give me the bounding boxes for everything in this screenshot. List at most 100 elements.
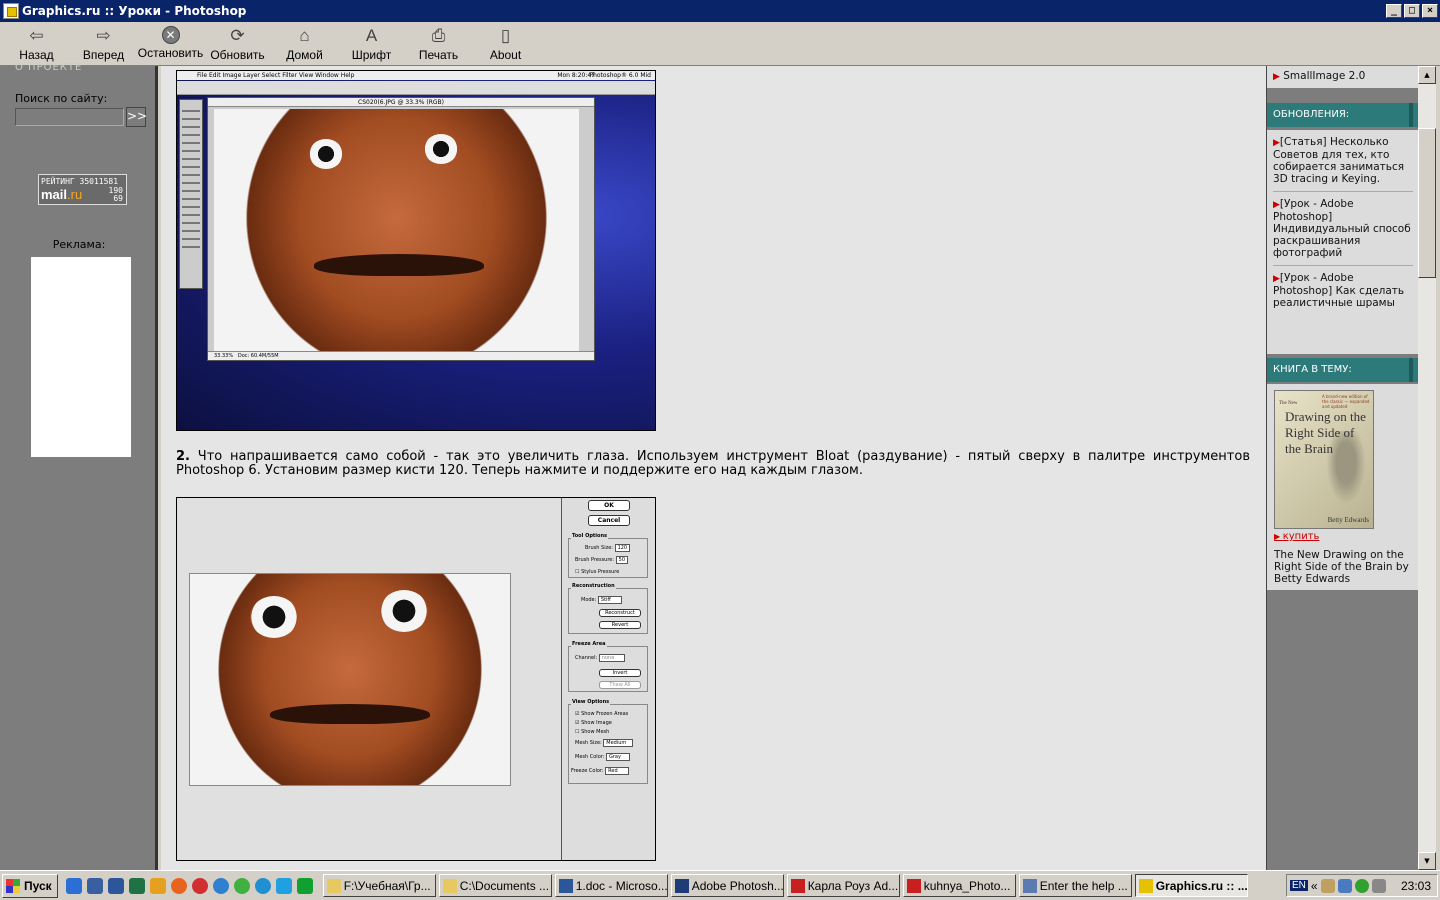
- left-eye-bloated: [250, 596, 298, 638]
- forward-arrow-icon: ⇨: [96, 26, 111, 45]
- site-search-input[interactable]: [15, 108, 124, 126]
- smallimage-link[interactable]: ▶ SmallImage 2.0: [1267, 70, 1419, 83]
- document-icon: ▯: [500, 26, 511, 45]
- skype-icon[interactable]: [275, 877, 292, 894]
- home-icon: ⌂: [299, 26, 310, 45]
- tray-expand-icon[interactable]: «: [1311, 879, 1318, 893]
- mailru-rating-counter[interactable]: РЕЙТИНГ 35011581 mail.ru 190 69: [38, 174, 127, 205]
- right-eye-bloated: [380, 590, 428, 632]
- folder-icon: [442, 878, 457, 893]
- tray-app-icon[interactable]: [1320, 878, 1335, 893]
- task-word[interactable]: 1.doc - Microso...: [554, 874, 668, 897]
- right-eye: [424, 134, 458, 164]
- folder-icon: [326, 878, 341, 893]
- task-help[interactable]: Enter the help ...: [1018, 874, 1132, 897]
- opera-icon[interactable]: [191, 877, 208, 894]
- book-title: The New Drawing on the Right Side of the…: [1274, 549, 1409, 585]
- ad-banner[interactable]: [31, 257, 131, 457]
- book-cover-image[interactable]: A brand-new edition of the classic — exp…: [1274, 390, 1374, 529]
- project-link-cut[interactable]: О ПРОЕКТЕ: [15, 62, 82, 73]
- photoshop-screenshot-1: File Edit Image Layer Select Filter View…: [176, 70, 656, 431]
- updates-header: ОБНОВЛЕНИЯ:: [1267, 103, 1419, 127]
- step-2-text: 2. Что напрашивается само собой - так эт…: [176, 449, 1250, 478]
- stop-icon: ✕: [161, 26, 180, 44]
- ad-label: Реклама:: [52, 238, 106, 251]
- system-tray: EN « 23:03: [1286, 874, 1438, 897]
- printer-icon: ⎙: [431, 26, 446, 45]
- globe-icon[interactable]: [212, 877, 229, 894]
- buy-book-link[interactable]: ▶ купить: [1274, 531, 1319, 542]
- refresh-icon: ⟳: [230, 26, 245, 45]
- rating-counts: 190 69: [108, 186, 123, 203]
- minimize-button[interactable]: _: [1386, 4, 1402, 18]
- search-label: Поиск по сайту:: [15, 92, 108, 105]
- main-content: File Edit Image Layer Select Filter View…: [161, 66, 1266, 870]
- ps-menubar: File Edit Image Layer Select Filter View…: [177, 71, 655, 80]
- task-pdf-2[interactable]: kuhnya_Photo...: [902, 874, 1016, 897]
- ps-options-bar: [177, 81, 655, 95]
- scroll-up-button[interactable]: ▲: [1418, 66, 1436, 84]
- scroll-thumb[interactable]: [1418, 128, 1436, 278]
- mustache: [314, 254, 484, 276]
- browser-app-icon: [3, 3, 19, 19]
- face-photo: [214, 109, 579, 351]
- network-icon[interactable]: [1337, 878, 1352, 893]
- task-pdf-1[interactable]: Карла Роуз Ad...: [786, 874, 900, 897]
- window-titlebar[interactable]: Graphics.ru :: Уроки - Photoshop _ □ ×: [0, 0, 1440, 22]
- volume-icon[interactable]: [1371, 878, 1386, 893]
- task-graphics-browser[interactable]: Graphics.ru :: ...: [1134, 874, 1248, 897]
- book-header: КНИГА В ТЕМУ:: [1267, 358, 1419, 382]
- rating-number: РЕЙТИНГ 35011581: [41, 177, 119, 186]
- forward-button[interactable]: ⇨ Вперед: [70, 22, 137, 64]
- antivirus-icon[interactable]: [1354, 878, 1369, 893]
- help-icon: [1022, 878, 1037, 893]
- start-button[interactable]: Пуск: [2, 873, 58, 898]
- font-button[interactable]: A Шрифт: [338, 22, 405, 64]
- maximize-button[interactable]: □: [1404, 4, 1420, 18]
- quick-launch: [65, 877, 313, 894]
- word-icon[interactable]: [107, 877, 124, 894]
- close-button[interactable]: ×: [1422, 4, 1438, 18]
- browser-icon: [1138, 878, 1153, 893]
- about-button[interactable]: ▯ About: [472, 22, 539, 64]
- pdf-icon: [906, 878, 921, 893]
- ie-icon[interactable]: [65, 877, 82, 894]
- ps-toolbox: [179, 99, 203, 289]
- update-item[interactable]: ▶[Урок - Adobe Photoshop] Как сделать ре…: [1267, 272, 1419, 309]
- back-arrow-icon: ⇦: [29, 26, 44, 45]
- update-item[interactable]: ▶[Статья] Несколько Советов для тех, кто…: [1267, 136, 1419, 185]
- task-photoshop[interactable]: Adobe Photosh...: [670, 874, 784, 897]
- photoshop-icon: [674, 878, 689, 893]
- left-sidebar: О ПРОЕКТЕ Поиск по сайту: >> РЕЙТИНГ 350…: [0, 62, 158, 870]
- refresh-button[interactable]: ⟳ Обновить: [204, 22, 271, 64]
- language-indicator[interactable]: EN: [1290, 880, 1308, 891]
- firefox-icon[interactable]: [170, 877, 187, 894]
- home-button[interactable]: ⌂ Домой: [271, 22, 338, 64]
- liquify-screenshot: OK Cancel Tool Options Brush Size: 120 B…: [176, 497, 656, 861]
- liquify-preview: [189, 573, 511, 786]
- liquify-cancel-button: Cancel: [588, 515, 630, 526]
- task-buttons: F:\Учебная\Гр... C:\Documents ... 1.doc …: [322, 874, 1248, 897]
- icq-icon[interactable]: [233, 877, 250, 894]
- clock-app-icon[interactable]: [149, 877, 166, 894]
- browser-toolbar: ⇦ Назад ⇨ Вперед ✕ Остановить ⟳ Обновить ⌂ До…: [0, 22, 1440, 66]
- excel-icon[interactable]: [128, 877, 145, 894]
- mailru-logo: mail.ru: [41, 187, 83, 202]
- task-folder-1[interactable]: F:\Учебная\Гр...: [322, 874, 436, 897]
- vertical-scrollbar[interactable]: ▲ ▼: [1418, 66, 1436, 870]
- windows-taskbar: Пуск F:\Учебная\Гр... C:\Documents ... 1…: [0, 870, 1440, 900]
- print-button[interactable]: ⎙ Печать: [405, 22, 472, 64]
- search-go-button[interactable]: >>: [126, 107, 147, 127]
- green-app-icon[interactable]: [296, 877, 313, 894]
- stop-button[interactable]: ✕ Остановить: [137, 22, 204, 64]
- task-folder-2[interactable]: C:\Documents ...: [438, 874, 552, 897]
- update-item[interactable]: ▶[Урок - Adobe Photoshop] Индивидуальный…: [1267, 198, 1419, 259]
- desktop-icon[interactable]: [86, 877, 103, 894]
- bullet-arrow-icon: ▶: [1273, 72, 1280, 82]
- back-button[interactable]: ⇦ Назад: [3, 22, 70, 64]
- liquify-ok-button: OK: [588, 500, 630, 511]
- search-app-icon[interactable]: [254, 877, 271, 894]
- clock: 23:03: [1400, 878, 1431, 893]
- bullet-arrow-icon: ▶: [1273, 200, 1280, 210]
- scroll-down-button[interactable]: ▼: [1418, 852, 1436, 870]
